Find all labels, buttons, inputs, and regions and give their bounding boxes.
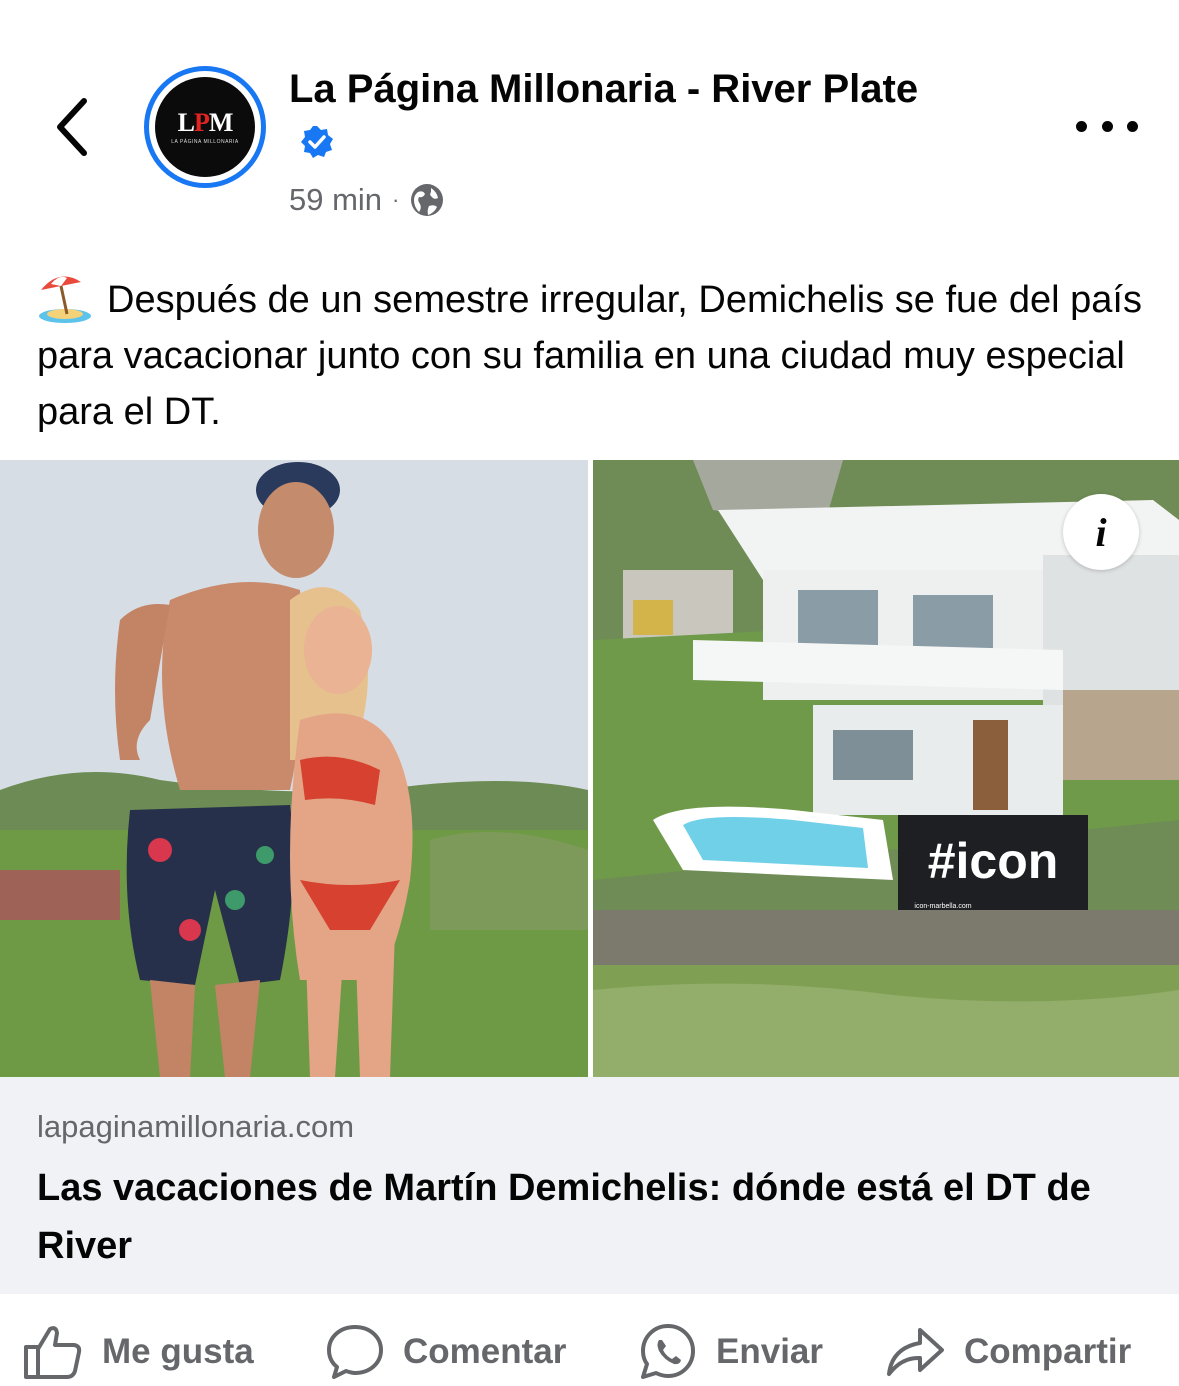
comment-icon — [327, 1325, 383, 1379]
more-dot — [1101, 120, 1113, 132]
page-avatar[interactable]: LPM LA PÁGINA MILLONARIA — [144, 66, 266, 188]
page-name-container: La Página Millonaria - River Plate — [289, 62, 929, 170]
beach-umbrella-emoji — [39, 276, 91, 323]
info-button[interactable]: i — [1063, 494, 1139, 570]
share-label: Compartir — [964, 1332, 1132, 1371]
info-icon: i — [1095, 509, 1107, 555]
verified-badge-icon — [301, 126, 333, 159]
share-button[interactable]: Compartir — [884, 1324, 1131, 1380]
link-title: Las vacaciones de Martín Demichelis: dón… — [37, 1167, 1091, 1267]
send-button[interactable]: Enviar — [638, 1324, 823, 1380]
whatsapp-icon — [641, 1324, 695, 1379]
more-options-button[interactable] — [1076, 106, 1138, 146]
post-text: Después de un semestre irregular, Demich… — [37, 272, 1147, 440]
page-name-link[interactable]: La Página Millonaria - River Plate — [289, 67, 918, 111]
send-label: Enviar — [716, 1332, 823, 1371]
meta-separator: · — [392, 187, 400, 212]
sign-subtext: icon-marbella.com — [914, 903, 971, 910]
link-domain: lapaginamillonaria.com — [37, 1109, 355, 1144]
sign-text: #icon — [928, 833, 1059, 889]
more-dot — [1127, 120, 1138, 132]
chevron-left-icon — [57, 98, 87, 156]
globe-icon — [411, 184, 444, 216]
post-header: LPM LA PÁGINA MILLONARIA La Página Millo… — [0, 0, 1179, 250]
like-button[interactable]: Me gusta — [22, 1324, 254, 1380]
post-images[interactable]: #icon icon-marbella.com — [0, 460, 1179, 1077]
page-logo: LPM LA PÁGINA MILLONARIA — [155, 77, 255, 177]
logo-subtitle: LA PÁGINA MILLONARIA — [171, 138, 239, 145]
couple-photo-illustration — [0, 460, 588, 1077]
back-button[interactable] — [44, 92, 100, 162]
link-preview[interactable]: lapaginamillonaria.com Las vacaciones de… — [0, 1077, 1179, 1294]
post-body-text: Después de un semestre irregular, Demich… — [37, 279, 1142, 433]
post-time[interactable]: 59 min — [289, 182, 382, 218]
post-meta: 59 min · — [289, 182, 445, 218]
share-icon — [887, 1328, 944, 1376]
comment-label: Comentar — [403, 1332, 567, 1371]
action-bar: Me gusta Comentar Enviar Compartir — [0, 1306, 1179, 1386]
comment-button[interactable]: Comentar — [325, 1324, 566, 1380]
like-icon — [24, 1326, 82, 1379]
more-dot — [1076, 120, 1087, 132]
couple-photo[interactable] — [0, 460, 588, 1077]
like-label: Me gusta — [102, 1332, 254, 1371]
